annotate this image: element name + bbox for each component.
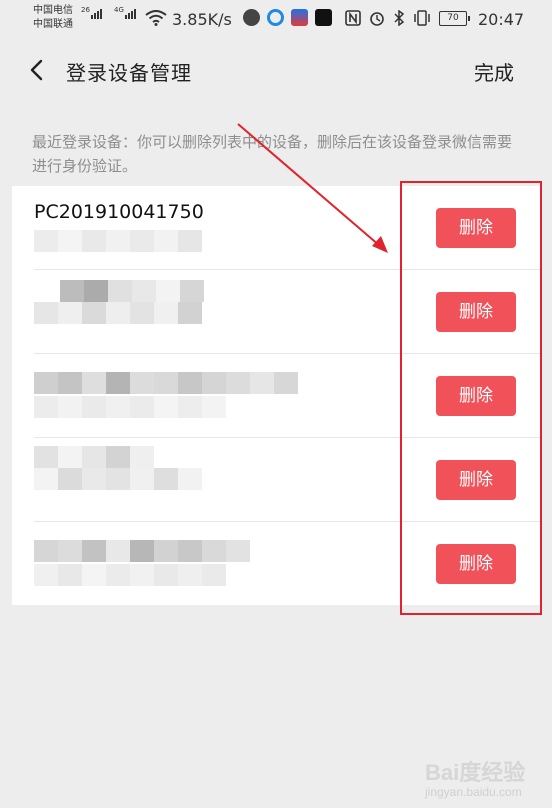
wechat-icon xyxy=(243,9,260,26)
page-title: 登录设备管理 xyxy=(66,61,192,85)
hint-text: 最近登录设备：你可以删除列表中的设备，删除后在该设备登录微信需要进行身份验证。 xyxy=(32,133,513,175)
status-bar: 中国电信 中国联通 26 4G 3.85K/s 70 20:47 xyxy=(0,0,552,38)
bluetooth-icon xyxy=(394,10,405,26)
carrier-2: 中国联通 xyxy=(33,19,73,30)
signal-1-icon: 26 xyxy=(81,6,102,19)
blurred-device-name xyxy=(34,446,154,468)
app-icon xyxy=(291,9,308,26)
alarm-icon xyxy=(370,12,384,26)
blurred-device-name xyxy=(34,372,298,394)
system-icons: 70 xyxy=(345,10,470,26)
network-type-2: 4G xyxy=(114,6,124,14)
nfc-icon xyxy=(345,10,361,26)
device-name: PC201910041750 xyxy=(34,201,204,223)
battery-icon: 70 xyxy=(439,10,470,26)
notification-icons xyxy=(243,9,332,26)
blurred-device-info xyxy=(34,302,202,324)
watermark-url: jingyan.baidu.com xyxy=(425,785,522,799)
wifi-icon xyxy=(145,10,167,26)
left-edge xyxy=(0,0,12,808)
network-speed: 3.85K/s xyxy=(172,10,232,29)
blurred-device-info xyxy=(34,564,226,586)
watermark-brand: Bai度经验 xyxy=(425,760,526,785)
browser-icon xyxy=(267,9,284,26)
signal-2-icon: 4G xyxy=(114,6,136,19)
blurred-device-name xyxy=(34,540,250,562)
vibrate-icon xyxy=(414,10,430,26)
clock: 20:47 xyxy=(478,10,525,29)
network-type-1: 26 xyxy=(81,6,90,14)
blurred-device-info xyxy=(34,396,226,418)
highlight-box xyxy=(400,181,542,615)
carrier-labels: 中国电信 中国联通 xyxy=(33,4,73,32)
blurred-device-info xyxy=(34,230,202,252)
done-button[interactable]: 完成 xyxy=(474,57,514,86)
baidu-watermark: Bai度经验 jingyan.baidu.com xyxy=(425,755,525,799)
blurred-device-name xyxy=(60,280,204,302)
carrier-1: 中国电信 xyxy=(33,5,73,16)
tiktok-icon xyxy=(315,9,332,26)
back-arrow-icon[interactable] xyxy=(26,58,48,82)
blurred-device-info xyxy=(34,468,202,490)
